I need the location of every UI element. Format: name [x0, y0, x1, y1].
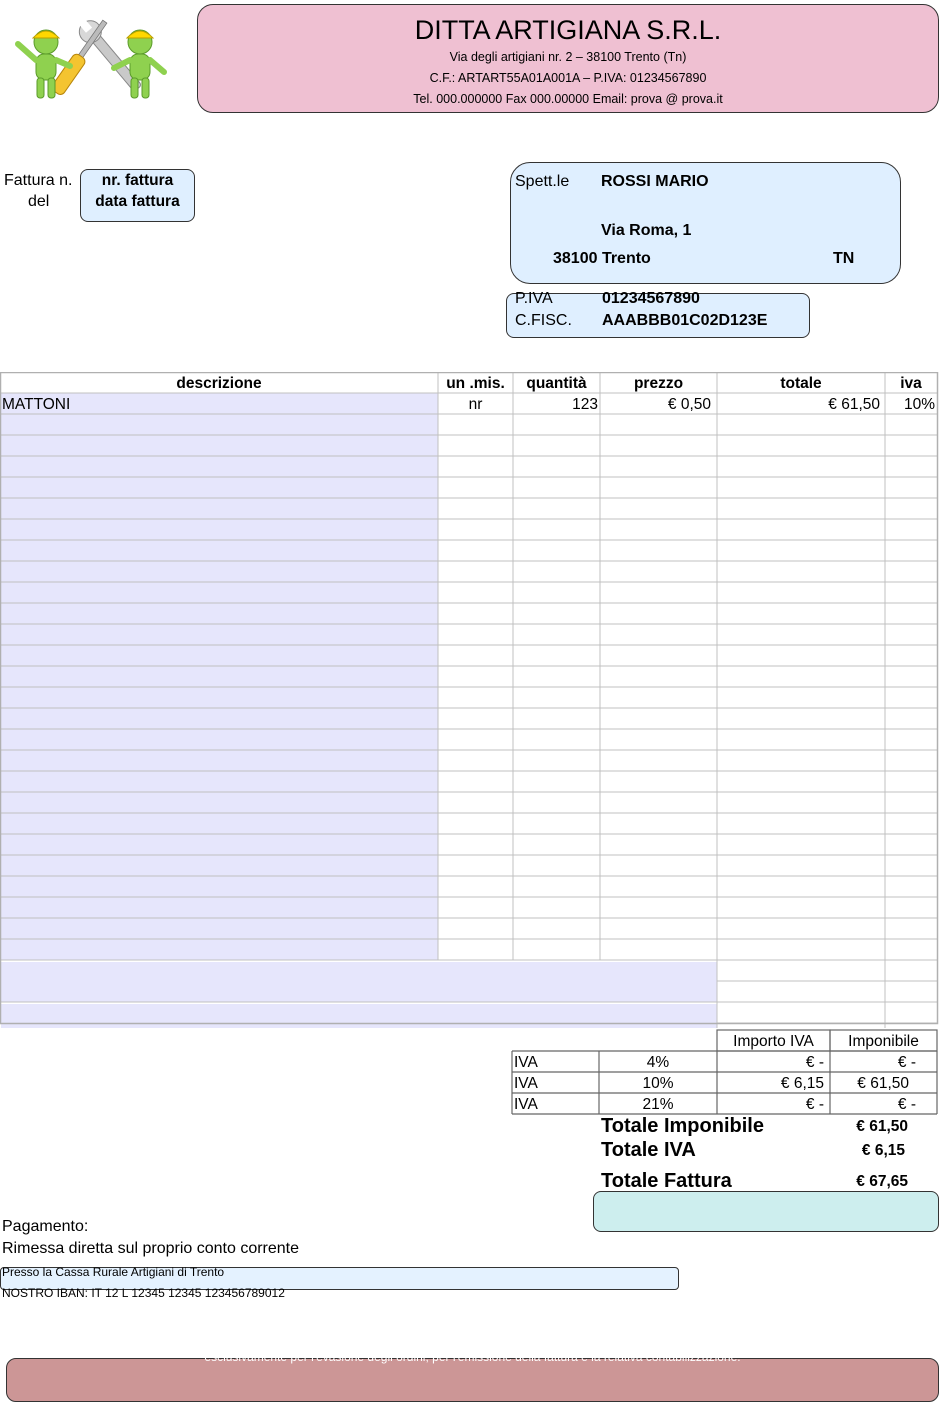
- payment-method: Rimessa diretta sul proprio conto corren…: [2, 1240, 300, 1257]
- payment-iban: NOSTRO IBAN: IT 12 L 12345 12345 1234567…: [2, 1286, 285, 1300]
- col-header-prezzo: prezzo: [633, 375, 684, 392]
- vat-row-3-importo: € -: [805, 1096, 824, 1113]
- col-header-totale: totale: [780, 375, 822, 392]
- row-1-iva[interactable]: 10%: [885, 394, 935, 415]
- vat-row-3-label: IVA: [514, 1096, 538, 1113]
- company-name: DITTA ARTIGIANA S.R.L.: [414, 15, 722, 45]
- footer-note: esclusivamente per l'evasione degli ordi…: [204, 1350, 741, 1364]
- col-header-iva: iva: [900, 375, 922, 392]
- company-contacts: Tel. 000.000000 Fax 000.00000 Email: pro…: [413, 92, 723, 106]
- col-header-descrizione: descrizione: [176, 375, 262, 392]
- row-1-descrizione[interactable]: MATTONI: [2, 394, 70, 415]
- invoice-date-label: del: [28, 193, 50, 210]
- total-iva-label: Totale IVA: [601, 1139, 696, 1161]
- vat-header-imponibile: Imponibile: [848, 1033, 919, 1050]
- vat-row-2-label: IVA: [514, 1075, 538, 1092]
- cf-label: C.FISC.: [515, 312, 572, 329]
- vat-row-1-rate: 4%: [646, 1054, 670, 1071]
- company-logo-icon: [15, 19, 167, 99]
- vat-row-3-imponibile: € -: [897, 1096, 916, 1113]
- total-imponibile-label: Totale Imponibile: [601, 1115, 764, 1137]
- customer-province: TN: [833, 250, 855, 267]
- vat-row-3-rate: 21%: [642, 1096, 674, 1113]
- invoice-number-value: nr. fattura: [101, 172, 174, 189]
- col-header-unita: un .mis.: [446, 375, 505, 392]
- total-iva-value: € 6,15: [861, 1142, 905, 1159]
- invoice-date-value: data fattura: [95, 193, 180, 210]
- invoice-number-box[interactable]: nr. fattura data fattura: [80, 169, 195, 222]
- vat-row-1-importo: € -: [805, 1054, 824, 1071]
- row-1-prezzo[interactable]: € 0,50: [600, 394, 711, 415]
- payment-title: Pagamento:: [2, 1218, 89, 1235]
- customer-name: ROSSI MARIO: [601, 173, 709, 190]
- vat-row-2-importo: € 6,15: [780, 1075, 824, 1092]
- invoice-number-label: Fattura n.: [4, 172, 73, 189]
- items-table-grid: [0, 372, 939, 1028]
- col-header-quantita: quantità: [526, 375, 587, 392]
- vat-row-2-imponibile: € 61,50: [857, 1075, 909, 1092]
- total-fattura-box: [593, 1191, 939, 1232]
- total-imponibile-value: € 61,50: [856, 1118, 908, 1135]
- total-fattura-value: € 67,65: [856, 1173, 908, 1190]
- total-fattura-label: Totale Fattura: [601, 1170, 732, 1192]
- company-address: Via degli artigiani nr. 2 – 38100 Trento…: [449, 50, 687, 64]
- footer-box: [6, 1358, 939, 1402]
- customer-city: 38100 Trento: [553, 250, 651, 267]
- company-header: DITTA ARTIGIANA S.R.L. Via degli artigia…: [197, 4, 939, 113]
- customer-box: Spett.le ROSSI MARIO Via Roma, 1 38100 T…: [510, 162, 901, 284]
- piva-value: 01234567890: [602, 290, 700, 307]
- cf-value: AAABBB01C02D123E: [602, 312, 768, 329]
- row-1-quantita[interactable]: 123: [513, 394, 598, 415]
- row-1-unita[interactable]: nr: [438, 394, 513, 415]
- vat-row-1-label: IVA: [514, 1054, 538, 1071]
- customer-fiscal-box: P.IVA 01234567890 C.FISC. AAABBB01C02D12…: [506, 290, 810, 338]
- customer-salutation: Spett.le: [515, 173, 570, 190]
- vat-row-1-imponibile: € -: [897, 1054, 916, 1071]
- piva-label: P.IVA: [515, 290, 553, 307]
- vat-header-importo: Importo IVA: [733, 1033, 814, 1050]
- customer-street: Via Roma, 1: [601, 222, 692, 239]
- vat-row-2-rate: 10%: [642, 1075, 674, 1092]
- company-fiscal: C.F.: ARTART55A01A001A – P.IVA: 01234567…: [429, 71, 707, 85]
- row-1-totale[interactable]: € 61,50: [717, 394, 880, 415]
- payment-bank: Presso la Cassa Rurale Artigiani di Tren…: [2, 1265, 225, 1279]
